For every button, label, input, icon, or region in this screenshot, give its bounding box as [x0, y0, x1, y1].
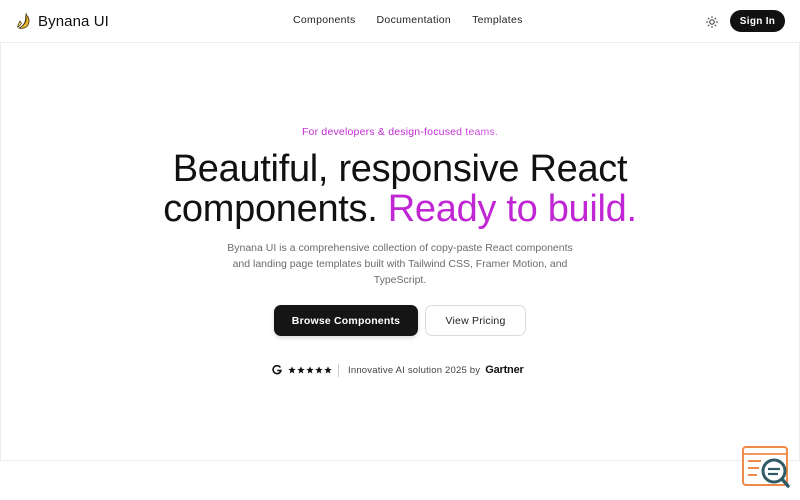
nav-link-templates[interactable]: Templates [472, 14, 523, 26]
brand-link[interactable]: Bynana UI [16, 10, 109, 32]
star-icon [324, 366, 332, 374]
nav-link-documentation[interactable]: Documentation [377, 14, 452, 26]
view-pricing-button[interactable]: View Pricing [425, 305, 526, 336]
rating-badge: Innovative AI solution 2025 by Gartner [272, 362, 524, 378]
nav-link-components[interactable]: Components [293, 14, 356, 26]
headline-line-2: components. [163, 188, 378, 230]
brand-name: Bynana UI [38, 12, 109, 30]
theme-toggle-button[interactable] [702, 12, 722, 32]
search-chat-icon [742, 446, 790, 488]
headline-line-1: Beautiful, responsive React [172, 148, 628, 190]
g2-icon [272, 365, 282, 375]
rating-text: Innovative AI solution 2025 by [348, 364, 481, 376]
star-icon [297, 366, 305, 374]
hero-headline: Beautiful, responsive React components. … [0, 149, 800, 229]
hero-description: Bynana UI is a comprehensive collection … [227, 242, 573, 286]
rating-divider [338, 363, 339, 377]
headline-accent: Ready to build. [387, 188, 637, 230]
gartner-logo: Gartner [485, 364, 524, 376]
star-rating [288, 366, 332, 374]
main-nav: Components Documentation Templates [293, 14, 544, 26]
browse-components-button[interactable]: Browse Components [274, 305, 418, 336]
star-icon [306, 366, 314, 374]
sign-in-button[interactable]: Sign In [730, 10, 785, 32]
help-widget-button[interactable] [741, 445, 791, 489]
star-icon [315, 366, 323, 374]
sun-icon [706, 16, 718, 28]
top-navbar: Bynana UI Components Documentation Templ… [0, 0, 800, 43]
star-icon [288, 366, 296, 374]
banana-logo-icon [17, 13, 30, 29]
hero-tagline: For developers & design-focused teams. [0, 126, 800, 138]
